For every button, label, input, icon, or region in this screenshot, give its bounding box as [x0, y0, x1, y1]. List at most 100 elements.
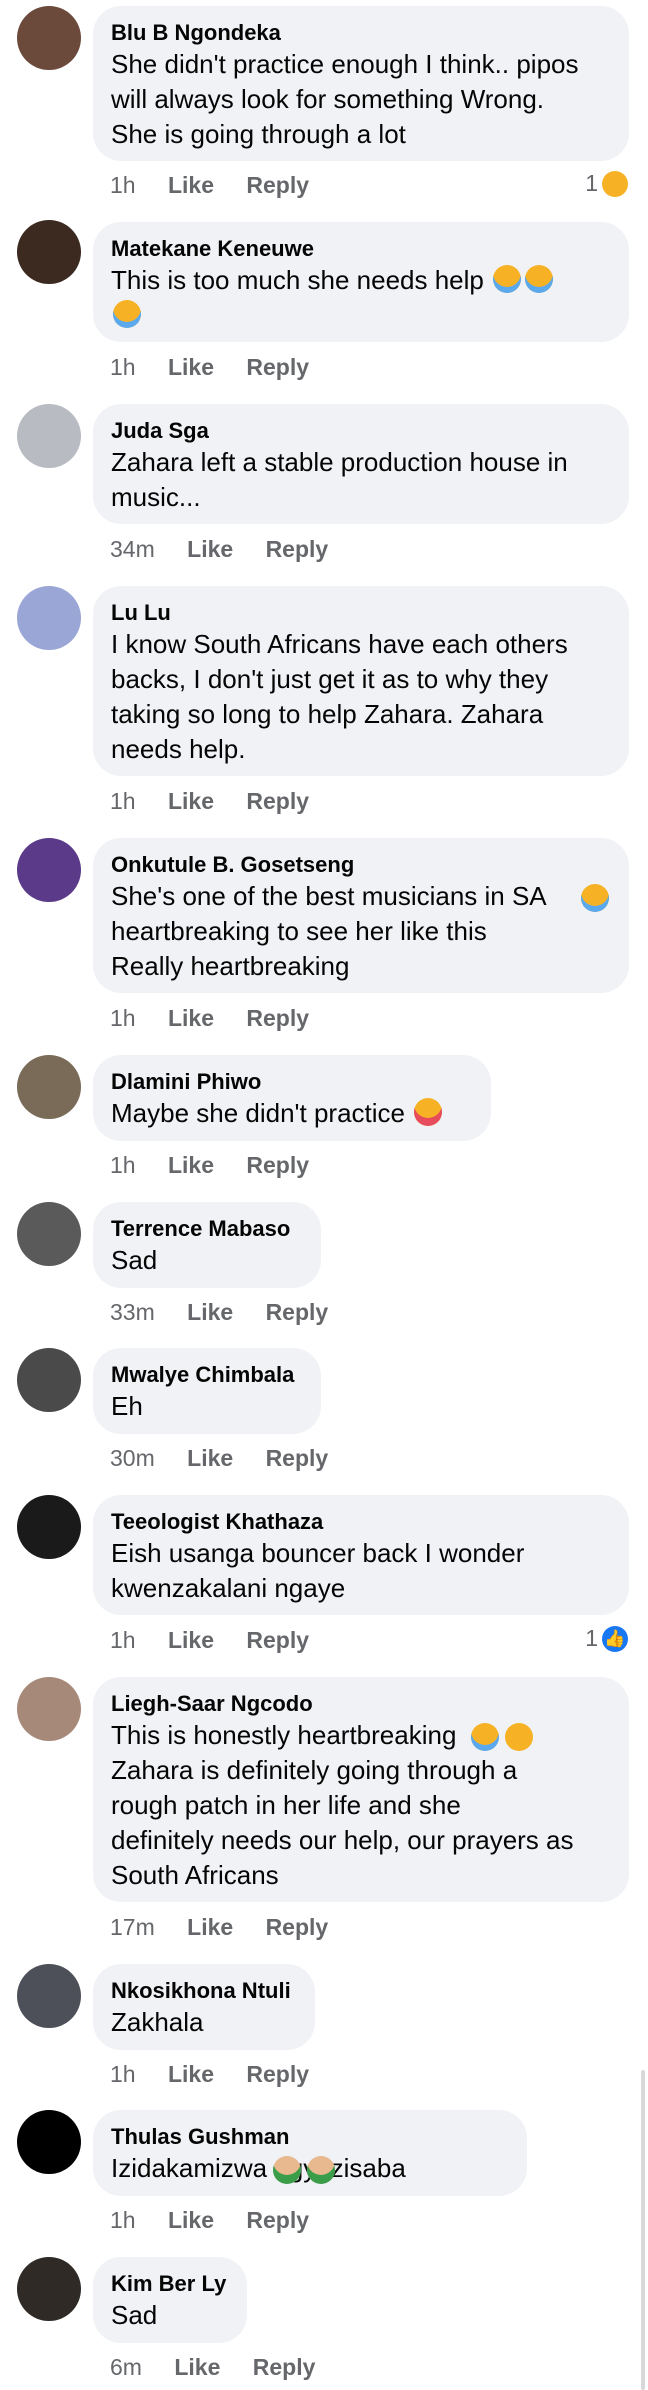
reply-button[interactable]: Reply — [266, 1299, 329, 1325]
like-button[interactable]: Like — [187, 1914, 233, 1940]
avatar[interactable] — [17, 1677, 81, 1741]
comment-actions: 1h Like Reply — [110, 1627, 335, 1654]
comment-author[interactable]: Terrence Mabaso — [111, 1215, 302, 1243]
reaction-count[interactable]: 1 👍 — [585, 1625, 628, 1652]
comment-time[interactable]: 17m — [110, 1914, 155, 1940]
sad-reaction-icon — [602, 170, 628, 197]
comment-author[interactable]: Lu Lu — [111, 599, 610, 627]
avatar[interactable] — [17, 838, 81, 902]
comment-actions: 1h Like Reply — [110, 1152, 335, 1179]
like-button[interactable]: Like — [187, 536, 233, 562]
avatar[interactable] — [17, 1495, 81, 1559]
avatar[interactable] — [17, 220, 81, 284]
comment-author[interactable]: Teeologist Khathaza — [111, 1508, 610, 1536]
thumbs-up-icon: 👍 — [602, 1625, 628, 1652]
comment-actions: 34m Like Reply — [110, 536, 354, 563]
comment-text: Maybe she didn't practice — [111, 1096, 472, 1131]
comment-text: Sad — [111, 2300, 158, 2330]
avatar[interactable] — [17, 1055, 81, 1119]
comment-actions: 1h Like Reply — [110, 1005, 335, 1032]
reaction-count[interactable]: 1 — [585, 170, 628, 197]
comment-bubble: Onkutule B. Gosetseng She's one of the b… — [93, 838, 629, 993]
comment-actions: 1h Like Reply — [110, 172, 335, 199]
like-button[interactable]: Like — [168, 172, 214, 198]
comment-text: She's one of the best musicians in SA he… — [111, 881, 547, 981]
comment-time[interactable]: 1h — [110, 172, 136, 198]
facepalm-man-icon — [273, 2156, 301, 2184]
comment-author[interactable]: Dlamini Phiwo — [111, 1068, 472, 1096]
avatar[interactable] — [17, 1348, 81, 1412]
comment-bubble: Teeologist Khathaza Eish usanga bouncer … — [93, 1495, 629, 1615]
laughing-face-icon — [414, 1098, 443, 1126]
like-button[interactable]: Like — [187, 1299, 233, 1325]
comment-time[interactable]: 1h — [110, 788, 136, 814]
comment-author[interactable]: Blu B Ngondeka — [111, 19, 610, 47]
comment-bubble: Matekane Keneuwe This is too much she ne… — [93, 222, 629, 342]
comment-time[interactable]: 6m — [110, 2354, 142, 2380]
reply-button[interactable]: Reply — [246, 788, 309, 814]
comment-text: Zahara left a stable production house in… — [111, 447, 568, 512]
reply-button[interactable]: Reply — [266, 1914, 329, 1940]
reply-button[interactable]: Reply — [246, 1627, 309, 1653]
comment-author[interactable]: Kim Ber Ly — [111, 2270, 228, 2298]
reply-button[interactable]: Reply — [253, 2354, 316, 2380]
avatar[interactable] — [17, 6, 81, 70]
comment-time[interactable]: 1h — [110, 354, 136, 380]
comment-text: Sad — [111, 1245, 158, 1275]
comment-actions: 1h Like Reply — [110, 2061, 335, 2088]
comment-author[interactable]: Matekane Keneuwe — [111, 235, 610, 263]
comment-bubble: Blu B Ngondeka She didn't practice enoug… — [93, 6, 629, 161]
like-button[interactable]: Like — [168, 788, 214, 814]
like-button[interactable]: Like — [187, 1445, 233, 1471]
comment-author[interactable]: Thulas Gushman — [111, 2123, 508, 2151]
reply-button[interactable]: Reply — [246, 172, 309, 198]
reply-button[interactable]: Reply — [246, 1005, 309, 1031]
reply-button[interactable]: Reply — [266, 536, 329, 562]
avatar[interactable] — [17, 1202, 81, 1266]
like-button[interactable]: Like — [168, 1152, 214, 1178]
comment-time[interactable]: 1h — [110, 2207, 136, 2233]
avatar[interactable] — [17, 1964, 81, 2028]
avatar[interactable] — [17, 404, 81, 468]
comment-time[interactable]: 1h — [110, 1152, 136, 1178]
comment-time[interactable]: 1h — [110, 1627, 136, 1653]
reply-button[interactable]: Reply — [246, 2061, 309, 2087]
reply-button[interactable]: Reply — [246, 354, 309, 380]
comment-bubble: Nkosikhona Ntuli Zakhala — [93, 1964, 315, 2050]
avatar[interactable] — [17, 586, 81, 650]
comment-time[interactable]: 1h — [110, 1005, 136, 1031]
comment-text: Eish usanga bouncer back I wonder kwenza… — [111, 1538, 525, 1603]
comment-actions: 1h Like Reply — [110, 788, 335, 815]
reply-button[interactable]: Reply — [246, 2207, 309, 2233]
like-button[interactable]: Like — [174, 2354, 220, 2380]
reply-button[interactable]: Reply — [266, 1445, 329, 1471]
comment-actions: 1h Like Reply — [110, 2207, 335, 2234]
scrollbar[interactable] — [641, 2070, 645, 2390]
comment-bubble: Thulas Gushman Izidakamizwa ngyazisaba — [93, 2110, 527, 2196]
comment-author[interactable]: Liegh-Saar Ngcodo — [111, 1690, 610, 1718]
comment-text: Zakhala — [111, 2007, 204, 2037]
comment-time[interactable]: 30m — [110, 1445, 155, 1471]
like-button[interactable]: Like — [168, 354, 214, 380]
sad-face-icon — [493, 265, 522, 293]
comment-time[interactable]: 34m — [110, 536, 155, 562]
avatar[interactable] — [17, 2257, 81, 2321]
comment-actions: 17m Like Reply — [110, 1914, 354, 1941]
comment-bubble: Dlamini Phiwo Maybe she didn't practice — [93, 1055, 491, 1141]
like-button[interactable]: Like — [168, 1005, 214, 1031]
comment-bubble: Terrence Mabaso Sad — [93, 1202, 321, 1288]
comment-author[interactable]: Juda Sga — [111, 417, 610, 445]
comment-time[interactable]: 1h — [110, 2061, 136, 2087]
comment-author[interactable]: Mwalye Chimbala — [111, 1361, 302, 1389]
comment-author[interactable]: Nkosikhona Ntuli — [111, 1977, 296, 2005]
like-button[interactable]: Like — [168, 2207, 214, 2233]
like-button[interactable]: Like — [168, 1627, 214, 1653]
crying-face-icon — [581, 884, 609, 912]
like-button[interactable]: Like — [168, 2061, 214, 2087]
comment-author[interactable]: Onkutule B. Gosetseng — [111, 851, 610, 879]
sad-face-icon — [113, 300, 141, 328]
avatar[interactable] — [17, 2110, 81, 2174]
comment-actions: 6m Like Reply — [110, 2354, 341, 2381]
comment-time[interactable]: 33m — [110, 1299, 155, 1325]
reply-button[interactable]: Reply — [246, 1152, 309, 1178]
